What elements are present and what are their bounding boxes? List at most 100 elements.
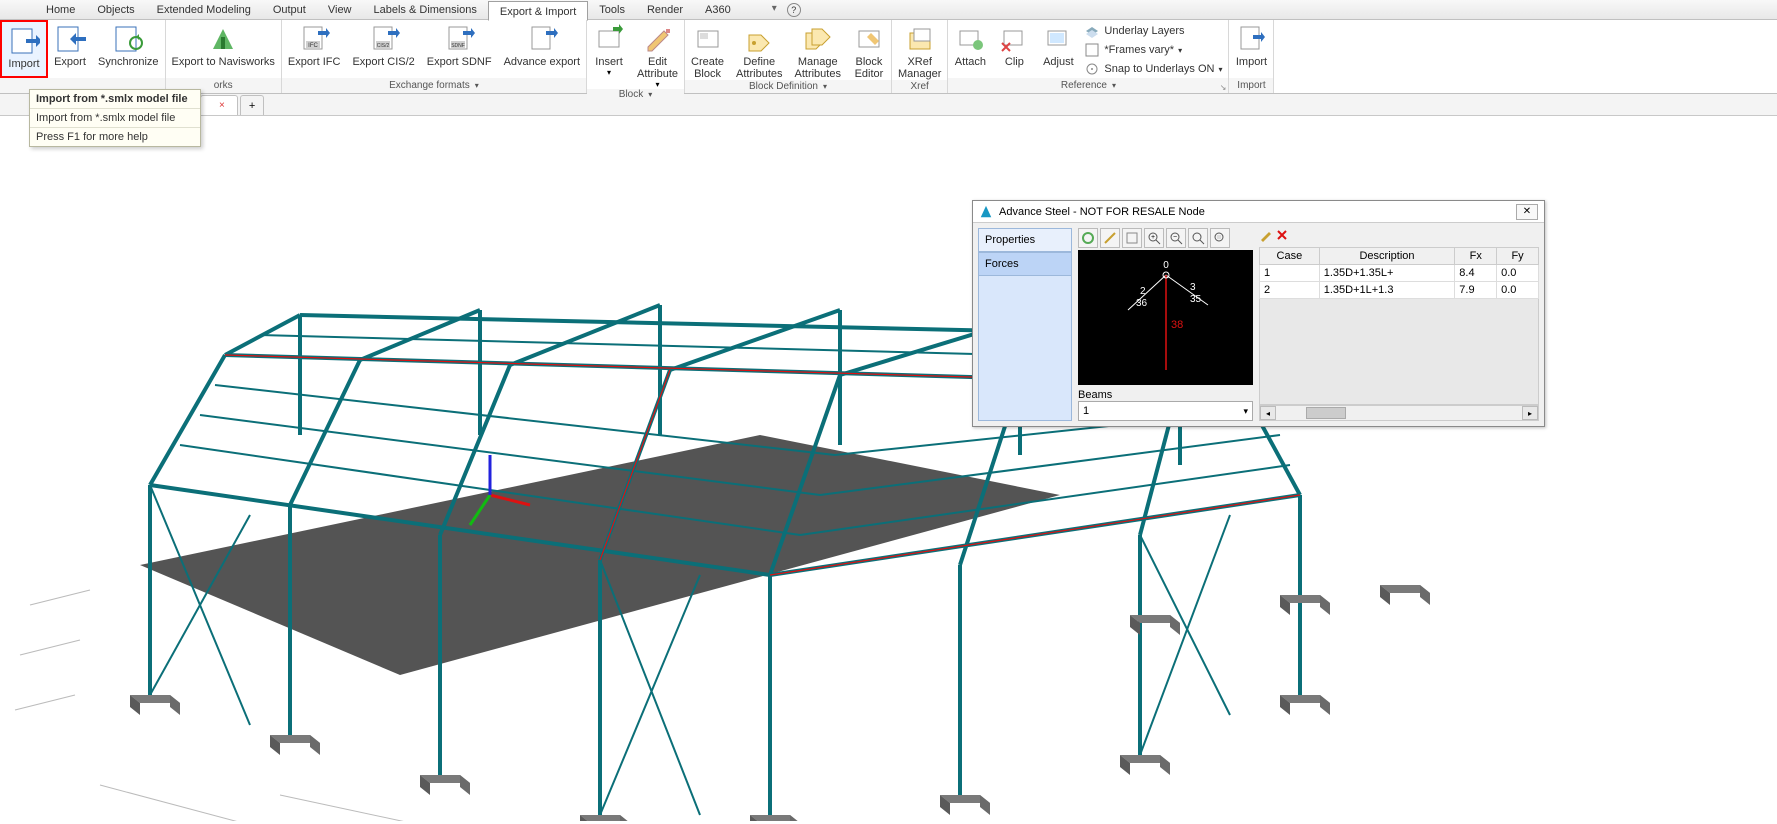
tooltip-desc: Import from *.smlx model file [30, 109, 200, 127]
node-panel: Advance Steel - NOT FOR RESALE Node ✕ Pr… [972, 200, 1545, 427]
menu-extmodel[interactable]: Extended Modeling [146, 0, 262, 20]
horizontal-scrollbar[interactable]: ◂ ▸ [1259, 405, 1539, 421]
doc-arrow-icon [526, 23, 558, 55]
adjust-icon [1042, 23, 1074, 55]
zoom-in-icon: + [1147, 231, 1161, 245]
help-icon[interactable]: ? [787, 3, 801, 17]
create-block-button[interactable]: Create Block [685, 20, 730, 80]
svg-text:CIS/2: CIS/2 [376, 43, 389, 49]
app-icon [979, 205, 993, 219]
menu-tools[interactable]: Tools [588, 0, 636, 20]
frames-vary-button[interactable]: *Frames vary*▾ [1084, 41, 1222, 59]
close-icon[interactable]: × [219, 100, 225, 111]
chevron-down-icon[interactable]: ▾ [1112, 81, 1116, 90]
doc-arrow-icon: SDNF [443, 23, 475, 55]
xref-manager-button[interactable]: XRef Manager [892, 20, 947, 80]
node-diagram: 0 2 36 3 35 38 [1078, 250, 1253, 385]
menu-view[interactable]: View [317, 0, 363, 20]
col-desc[interactable]: Description [1319, 248, 1455, 265]
underlay-layers-button[interactable]: Underlay Layers [1084, 22, 1222, 40]
menu-labels[interactable]: Labels & Dimensions [363, 0, 488, 20]
chevron-down-icon: ▾ [1243, 406, 1248, 417]
pencil-icon [1259, 228, 1273, 242]
panel-titlebar[interactable]: Advance Steel - NOT FOR RESALE Node ✕ [973, 201, 1544, 223]
define-attributes-button[interactable]: Define Attributes [730, 20, 788, 80]
advance-export-button[interactable]: Advance export [498, 20, 586, 78]
tool-pan[interactable] [1210, 228, 1230, 248]
export-navisworks-button[interactable]: Export to Navisworks [166, 20, 281, 78]
synchronize-button[interactable]: Synchronize [92, 20, 165, 78]
attach-button[interactable]: Attach [948, 20, 992, 78]
table-row[interactable]: 21.35D+1L+1.3 7.90.0 [1260, 282, 1539, 299]
tags-icon [802, 23, 834, 55]
export-ifc-button[interactable]: IFC Export IFC [282, 20, 347, 78]
zoom-fit-icon [1191, 231, 1205, 245]
ribbon-group-block: Insert▾ Edit Attribute▾ Block▾ [587, 20, 685, 93]
attach-icon [954, 23, 986, 55]
tool-edit-row[interactable] [1259, 228, 1273, 245]
scroll-thumb[interactable] [1306, 407, 1346, 419]
manage-attributes-button[interactable]: Manage Attributes [789, 20, 847, 80]
snap-underlays-button[interactable]: Snap to Underlays ON▾ [1084, 60, 1222, 78]
menu-a360[interactable]: A360 [694, 0, 742, 20]
block-editor-button[interactable]: Block Editor [847, 20, 891, 80]
delete-icon [1275, 228, 1289, 242]
scroll-left-icon[interactable]: ◂ [1260, 406, 1276, 420]
tooltip-help: Press F1 for more help [30, 127, 200, 146]
export-sdnf-button[interactable]: SDNF Export SDNF [421, 20, 498, 78]
navisworks-icon [207, 23, 239, 55]
export-cis2-button[interactable]: CIS/2 Export CIS/2 [346, 20, 420, 78]
document-tab[interactable]: × [200, 95, 238, 115]
edit-attribute-button[interactable]: Edit Attribute▾ [631, 20, 684, 89]
dropdown-icon[interactable]: ▾ [772, 3, 777, 17]
doc-arrow-icon: IFC [298, 23, 330, 55]
tool-delete-row[interactable] [1275, 228, 1289, 245]
table-row[interactable]: 11.35D+1.35L+ 8.40.0 [1260, 265, 1539, 282]
tab-forces[interactable]: Forces [978, 252, 1072, 276]
chevron-down-icon[interactable]: ▾ [648, 90, 652, 99]
tool-zoomin[interactable]: + [1144, 228, 1164, 248]
frame-icon [1084, 42, 1100, 58]
chevron-down-icon[interactable]: ▾ [475, 81, 479, 90]
zoom-out-icon: − [1169, 231, 1183, 245]
svg-text:−: − [1173, 234, 1177, 241]
svg-text:SDNF: SDNF [451, 43, 465, 49]
svg-text:35: 35 [1190, 294, 1202, 305]
close-button[interactable]: ✕ [1516, 204, 1538, 220]
clip-button[interactable]: Clip [992, 20, 1036, 78]
menu-exportimport[interactable]: Export & Import [488, 1, 588, 21]
menu-objects[interactable]: Objects [86, 0, 145, 20]
clip-icon [998, 23, 1030, 55]
menu-render[interactable]: Render [636, 0, 694, 20]
col-case[interactable]: Case [1260, 248, 1320, 265]
add-tab-button[interactable]: + [240, 95, 264, 115]
tab-properties[interactable]: Properties [978, 228, 1072, 252]
tool-refresh[interactable] [1078, 228, 1098, 248]
import-button[interactable]: Import [0, 20, 48, 78]
tool-select[interactable] [1122, 228, 1142, 248]
snap-icon [1084, 61, 1100, 77]
svg-text:0: 0 [1163, 260, 1169, 271]
beams-select[interactable]: 1▾ [1078, 401, 1253, 421]
col-fy[interactable]: Fy [1497, 248, 1539, 265]
adjust-button[interactable]: Adjust [1036, 20, 1080, 78]
menu-home[interactable]: Home [35, 0, 86, 20]
svg-text:2: 2 [1140, 286, 1146, 297]
block-edit-icon [853, 23, 885, 55]
document-tabs: × + [0, 94, 1777, 116]
tool-wand[interactable] [1100, 228, 1120, 248]
tooltip-title: Import from *.smlx model file [30, 90, 200, 109]
insert-block-button[interactable]: Insert▾ [587, 20, 631, 89]
tool-zoomfit[interactable] [1188, 228, 1208, 248]
tool-zoomout[interactable]: − [1166, 228, 1186, 248]
export-button[interactable]: Export [48, 20, 92, 78]
xref-icon [904, 23, 936, 55]
sync-icon [112, 23, 144, 55]
chevron-down-icon[interactable]: ▾ [823, 82, 827, 91]
menu-output[interactable]: Output [262, 0, 317, 20]
dialog-launcher-icon[interactable]: ↘ [1220, 83, 1227, 92]
ribbon-group-sync: Import Export Synchronize [0, 20, 166, 93]
col-fx[interactable]: Fx [1455, 248, 1497, 265]
scroll-right-icon[interactable]: ▸ [1522, 406, 1538, 420]
import2-button[interactable]: Import [1229, 20, 1273, 78]
